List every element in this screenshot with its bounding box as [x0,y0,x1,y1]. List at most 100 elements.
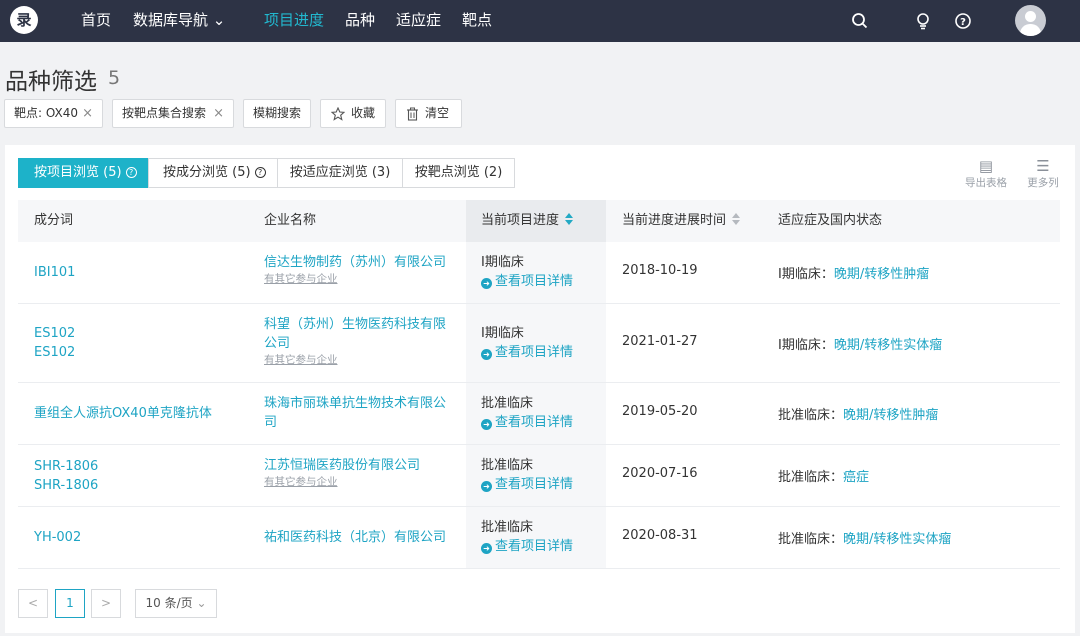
nav-item-indication[interactable]: 适应症 [396,0,441,42]
project-detail-link[interactable]: ➜ 查看项目详情 [481,475,573,494]
top-nav: 录 首页 数据库导航 ⌄ 项目进度 品种 适应症 靶点 ? [0,0,1080,42]
tab-by-indication[interactable]: 按适应症浏览 (3) [277,158,403,188]
project-detail-link[interactable]: ➜ 查看项目详情 [481,413,573,432]
tab-by-project[interactable]: 按项目浏览 (5)? [18,158,149,188]
progress-date: 2018-10-19 [622,263,698,278]
indication-link[interactable]: 晚期/转移性肿瘤 [843,408,938,423]
stage-text: 批准临床 [481,458,534,473]
favorite-label: 收藏 [351,106,376,120]
user-avatar[interactable] [1015,5,1046,36]
other-companies-link[interactable]: 有其它参与企业 [264,272,446,287]
ingredient-link[interactable]: YH-002 [34,528,81,547]
status-prefix: 批准临床： [778,532,844,547]
arrow-right-icon: ➜ [481,543,492,554]
export-table-label: 导出表格 [965,177,1007,189]
help-icon[interactable]: ? [953,11,973,31]
column-header-indication-status: 适应症及国内状态 [778,213,883,228]
column-header-company: 企业名称 [264,213,317,228]
favorite-button[interactable]: 收藏 [320,99,386,128]
ingredient-link[interactable]: ES102 [34,343,75,362]
fuzzy-search-button[interactable]: 模糊搜索 [243,99,311,128]
star-icon [331,106,345,121]
ingredient-link[interactable]: SHR-1806 [34,476,98,495]
company-link[interactable]: 江苏恒瑞医药股份有限公司 [264,456,420,475]
page-title: 品种筛选 [5,69,97,95]
other-companies-link[interactable]: 有其它参与企业 [264,353,446,368]
indication-link[interactable]: 晚期/转移性实体瘤 [843,532,951,547]
company-link[interactable]: 信达生物制药（苏州）有限公司 [264,253,446,272]
filter-chip-target-set[interactable]: 按靶点集合搜索 × [112,99,234,128]
other-companies-link[interactable]: 有其它参与企业 [264,475,420,490]
project-detail-label: 查看项目详情 [495,539,574,554]
nav-item-project-progress[interactable]: 项目进度 [264,0,324,42]
status-prefix: I期临床： [778,267,834,282]
lightbulb-icon[interactable] [913,11,933,31]
clear-button[interactable]: 清空 [395,99,462,128]
column-header-progress[interactable]: 当前项目进度 [481,200,574,242]
help-icon[interactable]: ? [254,167,266,178]
progress-date: 2021-01-27 [622,334,698,349]
svg-text:?: ? [960,17,966,28]
indication-link[interactable]: 晚期/转移性肿瘤 [834,267,929,282]
search-icon[interactable] [850,11,870,31]
arrow-right-icon: ➜ [481,419,492,430]
table-row: SHR-1806 SHR-1806 江苏恒瑞医药股份有限公司 有其它参与企业 批… [18,445,1060,507]
page-button-current[interactable]: 1 [55,589,85,618]
project-detail-link[interactable]: ➜ 查看项目详情 [481,343,573,362]
company-link[interactable]: 公司 [264,334,446,353]
filter-chip-target-label: 靶点: OX40 [14,106,79,120]
ingredient-link[interactable]: SHR-1806 [34,457,98,476]
tab-by-target[interactable]: 按靶点浏览 (2) [402,158,515,188]
status-prefix: I期临床： [778,338,834,353]
nav-item-target[interactable]: 靶点 [462,0,492,42]
more-columns-button[interactable]: ☰ 更多列 [1018,157,1068,190]
table-row: 重组全人源抗OX40单克隆抗体 珠海市丽珠单抗生物技术有限公 司 批准临床 ➜ 查… [18,383,1060,445]
nav-item-database-nav[interactable]: 数据库导航 ⌄ [133,0,225,42]
company-link[interactable]: 祐和医药科技（北京）有限公司 [264,528,446,547]
nav-item-variety[interactable]: 品种 [345,0,375,42]
company-link[interactable]: 珠海市丽珠单抗生物技术有限公 [264,394,446,413]
status-prefix: 批准临床： [778,470,844,485]
company-link[interactable]: 司 [264,413,446,432]
column-header-progress-date[interactable]: 当前进度进展时间 [622,200,741,242]
close-icon[interactable]: × [82,100,93,127]
project-detail-link[interactable]: ➜ 查看项目详情 [481,537,573,556]
next-page-button[interactable]: > [91,589,121,618]
page-size-select[interactable]: 10 条/页 ⌄ [135,589,217,618]
app-logo[interactable]: 录 [10,6,38,34]
column-header-ingredient: 成分词 [34,213,74,228]
result-count: 5 [108,67,121,89]
list-icon: ☰ [1036,157,1050,175]
ingredient-link[interactable]: IBI101 [34,263,75,282]
export-table-button[interactable]: ▤ 导出表格 [961,157,1011,190]
sort-icon[interactable] [732,212,741,226]
ingredient-link[interactable]: ES102 [34,324,75,343]
project-detail-label: 查看项目详情 [495,345,574,360]
indication-link[interactable]: 癌症 [843,470,869,485]
table-icon: ▤ [978,157,994,175]
help-icon[interactable]: ? [125,167,137,178]
stage-text: 批准临床 [481,396,534,411]
close-icon[interactable]: × [213,100,224,127]
filter-chip-target[interactable]: 靶点: OX40 × [4,99,103,128]
progress-date: 2020-07-16 [622,466,698,481]
nav-item-home[interactable]: 首页 [81,0,111,42]
ingredient-link[interactable]: 重组全人源抗OX40单克隆抗体 [34,404,212,423]
tab-by-project-label: 按项目浏览 (5) [34,165,122,180]
arrow-right-icon: ➜ [481,278,492,289]
progress-date: 2019-05-20 [622,404,698,419]
project-detail-link[interactable]: ➜ 查看项目详情 [481,272,573,291]
company-link[interactable]: 科望（苏州）生物医药科技有限 [264,315,446,334]
filter-chip-target-set-label: 按靶点集合搜索 [122,106,207,120]
table-header: 成分词 企业名称 当前项目进度 当前进度进展时间 适应症及国内状态 [18,200,1060,242]
indication-link[interactable]: 晚期/转移性实体瘤 [834,338,942,353]
stage-text: 批准临床 [481,520,534,535]
page-size-label: 10 条/页 [145,596,193,610]
status-prefix: 批准临床： [778,408,844,423]
prev-page-button[interactable]: < [18,589,48,618]
sort-icon[interactable] [565,212,574,226]
tab-by-ingredient[interactable]: 按成分浏览 (5)? [148,158,278,188]
column-header-progress-date-label: 当前进度进展时间 [622,213,727,228]
stage-text: I期临床 [481,255,524,270]
trash-icon [407,107,418,121]
